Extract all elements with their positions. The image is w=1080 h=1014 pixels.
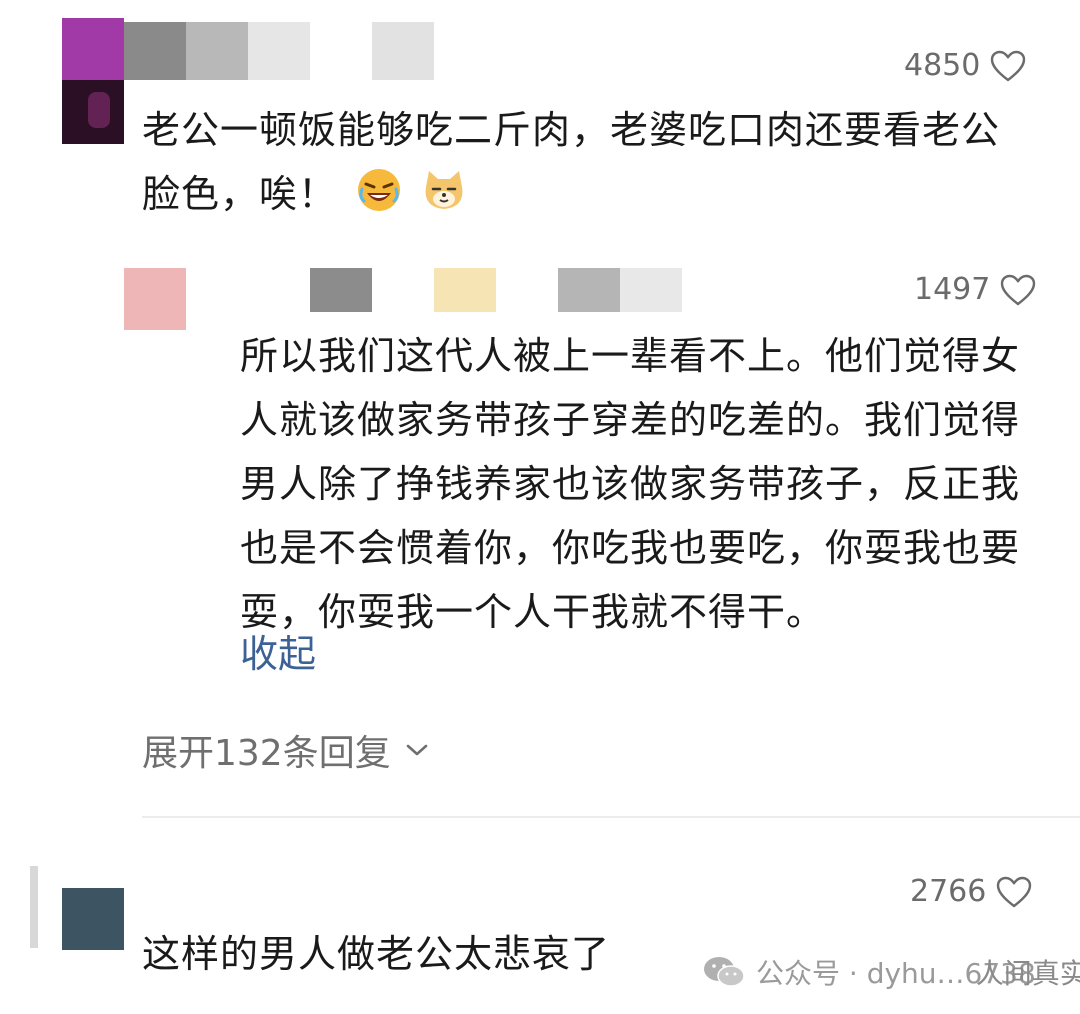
username-1-censored[interactable]: [124, 18, 434, 84]
comment-1-text: 老公一顿饭能够吃二斤肉，老婆吃口肉还要看老公 脸色，唉！: [142, 98, 1062, 226]
avatar-2-edge: [30, 866, 38, 948]
reply-line-1: 所以我们这代人被上一辈看不上。他们觉得女: [240, 334, 1021, 378]
collapse-link[interactable]: 收起: [240, 622, 316, 686]
divider: [142, 816, 1080, 818]
comment-1-line-2-text: 脸色，唉！: [142, 172, 338, 216]
avatar-1[interactable]: [62, 18, 124, 144]
watermark: 公众号 · dyhu…6738 人间真实事: [702, 952, 1080, 992]
reply-line-4: 也是不会惯着你，你吃我也要吃，你耍我也要: [240, 526, 1021, 570]
expand-replies-label: 展开132条回复: [142, 733, 391, 774]
reply-line-2: 人就该做家务带孩子穿差的吃差的。我们觉得: [240, 398, 1021, 442]
comment-2-text: 这样的男人做老公太悲哀了: [142, 932, 611, 976]
reply-text: 所以我们这代人被上一辈看不上。他们觉得女 人就该做家务带孩子穿差的吃差的。我们觉…: [240, 324, 1060, 644]
like-count-2-value: 2766: [910, 874, 987, 909]
comment-1-line-2: 脸色，唉！: [142, 162, 1062, 226]
watermark-right-text: 人间真实事: [975, 957, 1080, 990]
chevron-down-icon: [406, 744, 428, 756]
reply-line-3: 男人除了挣钱养家也该做家务带孩子，反正我: [240, 462, 1021, 506]
reply-avatar[interactable]: [124, 268, 186, 330]
heart-icon[interactable]: [990, 50, 1026, 82]
reply-username-censored[interactable]: [186, 268, 686, 316]
heart-icon[interactable]: [1000, 274, 1036, 306]
comment-1-line-1: 老公一顿饭能够吃二斤肉，老婆吃口肉还要看老公: [142, 108, 1001, 152]
expand-replies-button[interactable]: 展开132条回复: [142, 724, 429, 776]
doge-cat-emoji: [425, 171, 463, 209]
like-count-1[interactable]: 4850: [904, 48, 1026, 83]
laugh-cry-emoji: [358, 169, 401, 211]
avatar-2[interactable]: [62, 888, 124, 950]
reply-line-5: 耍，你耍我一个人干我就不得干。: [240, 590, 826, 634]
like-count-1-value: 4850: [904, 48, 981, 83]
wechat-icon: [704, 957, 745, 987]
like-count-2[interactable]: 2766: [910, 874, 1032, 909]
like-count-reply[interactable]: 1497: [914, 272, 1036, 307]
like-count-reply-value: 1497: [914, 272, 991, 307]
heart-icon[interactable]: [996, 876, 1032, 908]
